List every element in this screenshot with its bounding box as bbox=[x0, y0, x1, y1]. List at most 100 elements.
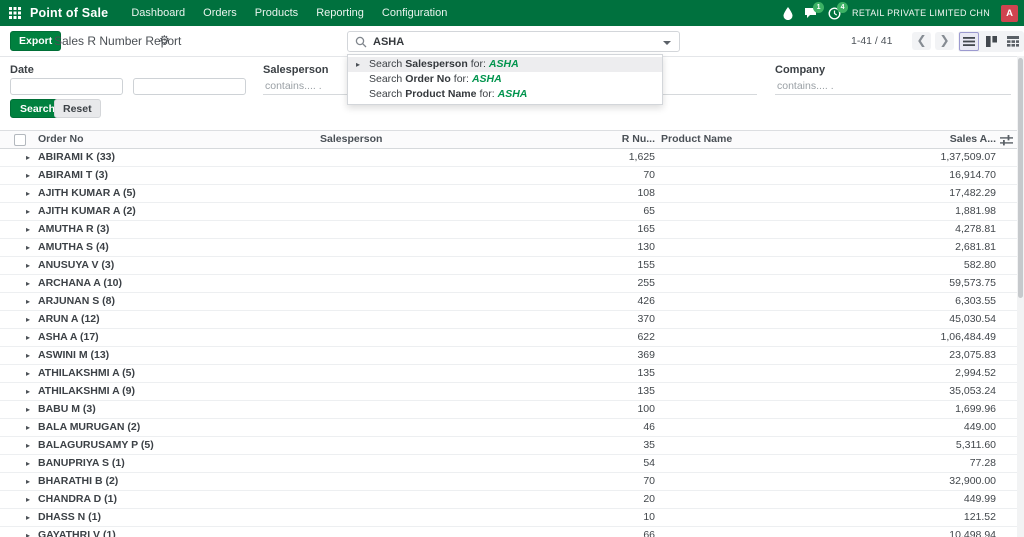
row-group-name: BANUPRIYA S (1) bbox=[38, 457, 125, 469]
row-group-name: ASWINI M (13) bbox=[38, 349, 110, 361]
row-r-number: 46 bbox=[643, 421, 655, 433]
table-group-row[interactable]: ARUN A (12) 370 45,030.54 bbox=[0, 311, 1017, 329]
row-expander-icon bbox=[26, 185, 30, 202]
row-r-number: 20 bbox=[643, 493, 655, 505]
table-group-row[interactable]: BALAGURUSAMY P (5) 35 5,311.60 bbox=[0, 437, 1017, 455]
menu-item[interactable]: Orders bbox=[194, 0, 246, 26]
search-input[interactable]: ASHA bbox=[347, 31, 680, 52]
search-option-order-no[interactable]: Search Order No for: ASHA bbox=[348, 72, 662, 87]
messages-icon[interactable]: 1 bbox=[804, 2, 825, 19]
pager-next-button[interactable]: ❯ bbox=[935, 32, 954, 50]
search-option-product-name[interactable]: Search Product Name for: ASHA bbox=[348, 87, 662, 102]
row-r-number: 369 bbox=[637, 349, 655, 361]
row-r-number: 70 bbox=[643, 475, 655, 487]
select-all-checkbox[interactable] bbox=[14, 134, 26, 146]
table-group-row[interactable]: ABIRAMI T (3) 70 16,914.70 bbox=[0, 167, 1017, 185]
row-sales-amount: 1,37,509.07 bbox=[940, 151, 996, 163]
row-group-name: ASHA A (17) bbox=[38, 331, 99, 343]
table-group-row[interactable]: ARJUNAN S (8) 426 6,303.55 bbox=[0, 293, 1017, 311]
menu-item[interactable]: Dashboard bbox=[122, 0, 194, 26]
table-group-row[interactable]: BANUPRIYA S (1) 54 77.28 bbox=[0, 455, 1017, 473]
user-avatar[interactable]: A bbox=[1001, 4, 1018, 22]
header-product-name[interactable]: Product Name bbox=[661, 131, 732, 148]
row-r-number: 35 bbox=[643, 439, 655, 451]
search-caret-icon[interactable] bbox=[663, 41, 671, 45]
droplet-icon[interactable] bbox=[783, 6, 793, 20]
activities-badge: 4 bbox=[837, 1, 849, 13]
menu-item[interactable]: Reporting bbox=[307, 0, 373, 26]
menu-item[interactable]: Products bbox=[246, 0, 307, 26]
date-to-input[interactable] bbox=[133, 78, 246, 95]
activities-clock-icon[interactable]: 4 bbox=[828, 1, 849, 20]
table-group-row[interactable]: AJITH KUMAR A (2) 65 1,881.98 bbox=[0, 203, 1017, 221]
row-expander-icon bbox=[26, 365, 30, 382]
kanban-view-button[interactable] bbox=[981, 32, 1001, 51]
row-group-name: DHASS N (1) bbox=[38, 511, 102, 523]
table-group-row[interactable]: ABIRAMI K (33) 1,625 1,37,509.07 bbox=[0, 149, 1017, 167]
table-group-row[interactable]: GAYATHRI V (1) 66 10,498.94 bbox=[0, 527, 1017, 537]
scrollbar-thumb[interactable] bbox=[1018, 58, 1023, 298]
row-r-number: 255 bbox=[637, 277, 655, 289]
row-group-name: ABIRAMI K (33) bbox=[38, 151, 116, 163]
row-group-name: BALA MURUGAN (2) bbox=[38, 421, 141, 433]
settings-gear-icon[interactable] bbox=[159, 33, 170, 47]
company-filter-label: Company bbox=[775, 64, 826, 76]
option-term: ASHA bbox=[488, 58, 519, 70]
row-expander-icon bbox=[26, 329, 30, 346]
row-sales-amount: 5,311.60 bbox=[955, 439, 996, 451]
header-order-no[interactable]: Order No bbox=[38, 131, 84, 148]
table-group-row[interactable]: ATHILAKSHMI A (5) 135 2,994.52 bbox=[0, 365, 1017, 383]
row-group-name: ATHILAKSHMI A (5) bbox=[38, 367, 136, 379]
row-expander-icon bbox=[26, 221, 30, 238]
company-filter-input[interactable] bbox=[775, 78, 1011, 95]
menu-item[interactable]: Configuration bbox=[373, 0, 456, 26]
header-r-number[interactable]: R Nu... bbox=[540, 131, 655, 148]
table-group-row[interactable]: ATHILAKSHMI A (9) 135 35,053.24 bbox=[0, 383, 1017, 401]
table-group-row[interactable]: AJITH KUMAR A (5) 108 17,482.29 bbox=[0, 185, 1017, 203]
row-r-number: 70 bbox=[643, 169, 655, 181]
table-group-row[interactable]: CHANDRA D (1) 20 449.99 bbox=[0, 491, 1017, 509]
row-sales-amount: 17,482.29 bbox=[949, 187, 996, 199]
search-option-salesperson[interactable]: SearchSalespersonfor:ASHA bbox=[348, 57, 662, 72]
table-group-row[interactable]: ARCHANA A (10) 255 59,573.75 bbox=[0, 275, 1017, 293]
table-group-row[interactable]: BABU M (3) 100 1,699.96 bbox=[0, 401, 1017, 419]
table-group-row[interactable]: AMUTHA S (4) 130 2,681.81 bbox=[0, 239, 1017, 257]
row-sales-amount: 1,06,484.49 bbox=[940, 331, 996, 343]
filter-reset-button[interactable]: Reset bbox=[54, 99, 101, 118]
table-group-row[interactable]: ASHA A (17) 622 1,06,484.49 bbox=[0, 329, 1017, 347]
row-r-number: 54 bbox=[643, 457, 655, 469]
option-mid: for: bbox=[479, 88, 495, 100]
row-sales-amount: 449.99 bbox=[963, 493, 996, 505]
option-prefix: Search bbox=[369, 73, 403, 85]
expander-icon bbox=[356, 57, 360, 72]
row-r-number: 155 bbox=[637, 259, 655, 271]
apps-grid-icon[interactable] bbox=[9, 7, 21, 19]
row-sales-amount: 16,914.70 bbox=[949, 169, 996, 181]
table-group-row[interactable]: ASWINI M (13) 369 23,075.83 bbox=[0, 347, 1017, 365]
date-from-input[interactable] bbox=[10, 78, 123, 95]
header-salesperson[interactable]: Salesperson bbox=[320, 131, 382, 148]
row-expander-icon bbox=[26, 149, 30, 166]
pager-previous-button[interactable]: ❮ bbox=[912, 32, 931, 50]
row-r-number: 622 bbox=[637, 331, 655, 343]
app-name[interactable]: Point of Sale bbox=[30, 6, 108, 20]
row-group-name: ANUSUYA V (3) bbox=[38, 259, 115, 271]
row-expander-icon bbox=[26, 383, 30, 400]
table-group-row[interactable]: BALA MURUGAN (2) 46 449.00 bbox=[0, 419, 1017, 437]
row-r-number: 426 bbox=[637, 295, 655, 307]
row-r-number: 130 bbox=[637, 241, 655, 253]
table-group-row[interactable]: AMUTHA R (3) 165 4,278.81 bbox=[0, 221, 1017, 239]
header-sales-amount[interactable]: Sales A... bbox=[856, 131, 996, 148]
row-r-number: 370 bbox=[637, 313, 655, 325]
table-group-row[interactable]: BHARATHI B (2) 70 32,900.00 bbox=[0, 473, 1017, 491]
table-group-row[interactable]: ANUSUYA V (3) 155 582.80 bbox=[0, 257, 1017, 275]
row-sales-amount: 449.00 bbox=[963, 421, 996, 433]
row-group-name: ARJUNAN S (8) bbox=[38, 295, 116, 307]
pivot-view-button[interactable] bbox=[1003, 32, 1023, 51]
list-view-button[interactable] bbox=[959, 32, 979, 51]
option-mid: for: bbox=[453, 73, 469, 85]
row-sales-amount: 1,699.96 bbox=[955, 403, 996, 415]
row-r-number: 66 bbox=[643, 529, 655, 537]
table-group-row[interactable]: DHASS N (1) 10 121.52 bbox=[0, 509, 1017, 527]
row-r-number: 135 bbox=[637, 385, 655, 397]
